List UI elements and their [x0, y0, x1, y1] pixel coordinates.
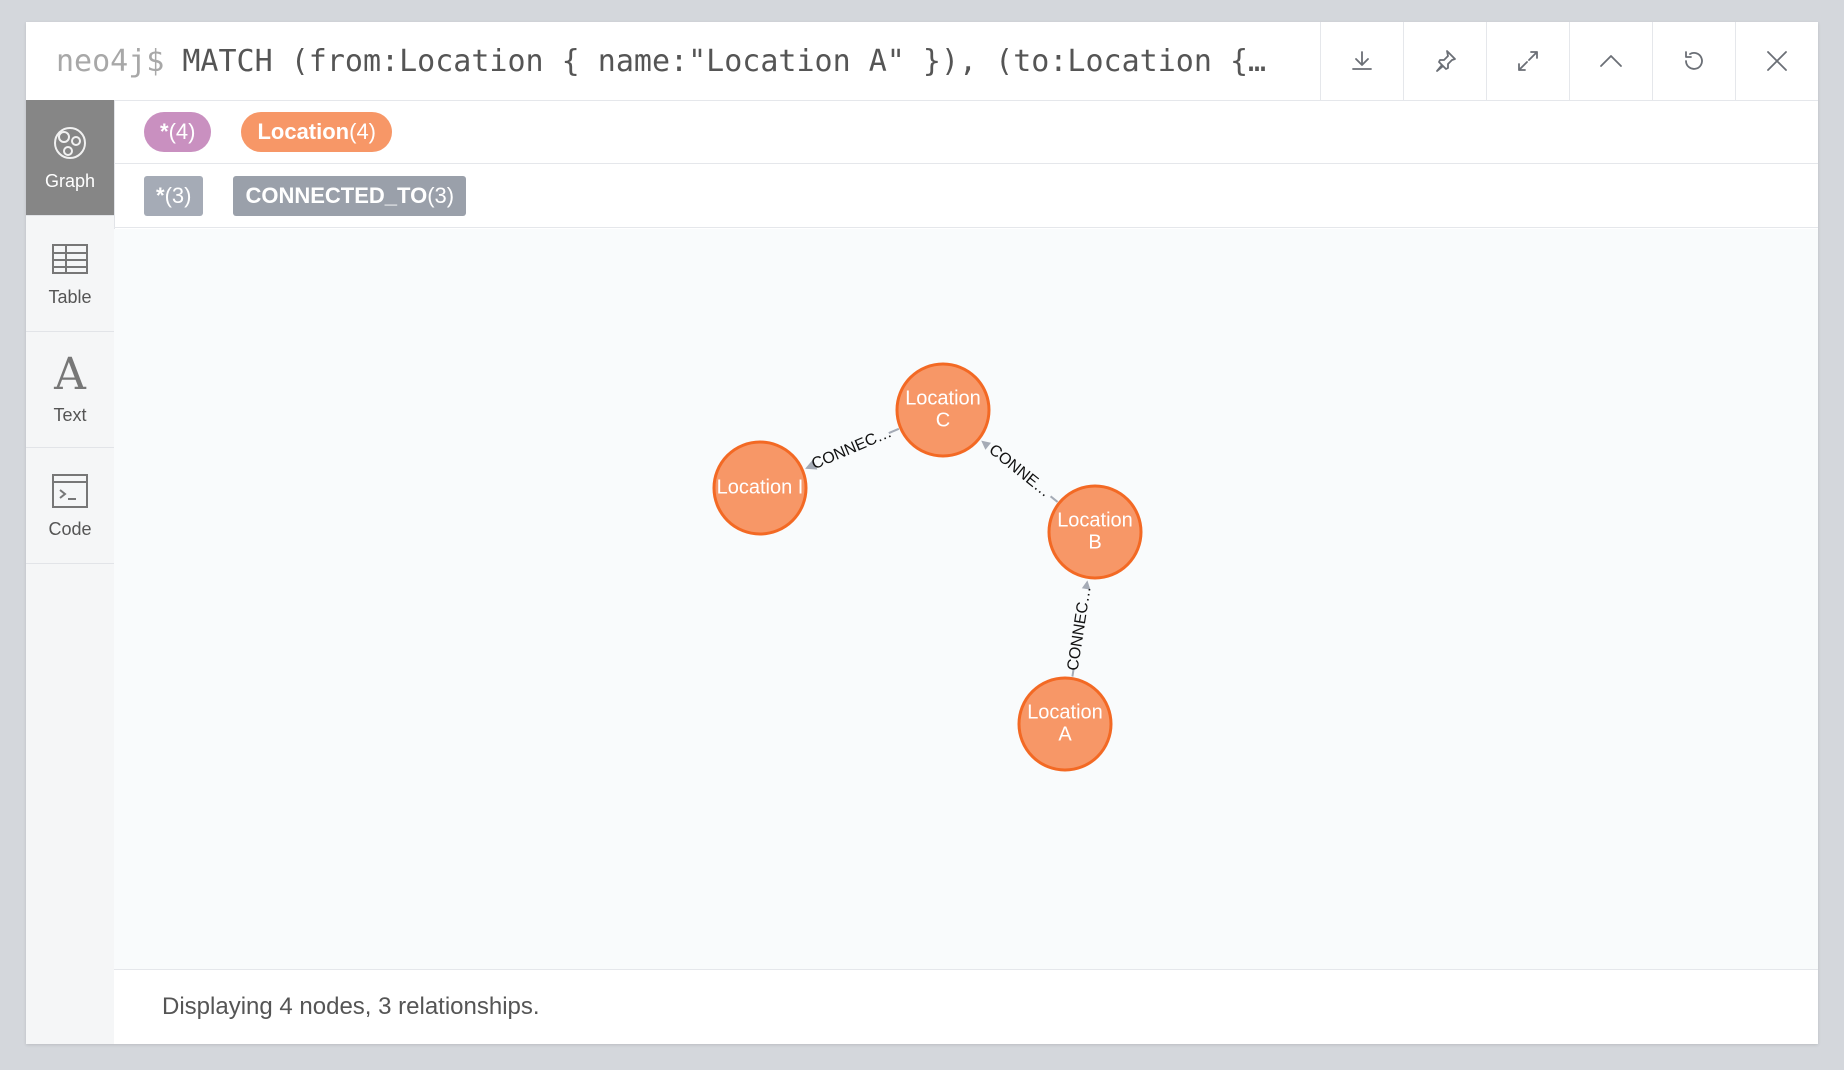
relationship-label: CONNEC…: [809, 424, 894, 473]
download-button[interactable]: [1320, 22, 1403, 100]
query-bar[interactable]: neo4j$ MATCH (from:Location { name:"Loca…: [26, 22, 1320, 100]
sidebar-item-label: Graph: [44, 171, 96, 191]
graph-canvas[interactable]: CONNEC… CONNE… CONNEC… Location I Location C L…: [114, 229, 1818, 969]
legend-count: (4): [349, 119, 377, 144]
sidebar-item-label: Table: [48, 287, 92, 307]
result-frame: neo4j$ MATCH (from:Location { name:"Loca…: [26, 22, 1818, 1044]
relationship-edge[interactable]: CONNE…: [981, 437, 1059, 505]
status-bar: Displaying 4 nodes, 3 relationships.: [114, 969, 1818, 1044]
refresh-icon: [1685, 51, 1703, 70]
sidebar-item-code[interactable]: Code: [26, 448, 114, 564]
node-caption: A: [1058, 723, 1072, 745]
node-caption: Location: [1027, 701, 1103, 723]
chevron-up-icon: [1600, 55, 1622, 67]
node-caption: C: [936, 409, 950, 431]
legend-label: CONNECTED_TO: [245, 183, 428, 208]
node-caption: B: [1088, 531, 1101, 553]
close-icon: [1767, 51, 1787, 71]
legend-label: *: [156, 183, 165, 208]
legend-count: (3): [164, 183, 192, 208]
legend-count: (4): [168, 119, 196, 144]
graph-node[interactable]: LocationB: [1047, 484, 1143, 580]
node-legend: * (4) Location (4): [114, 101, 1818, 164]
relationship-label: CONNE…: [985, 441, 1053, 500]
graph-node[interactable]: Location I: [712, 440, 808, 536]
legend-all-relationships[interactable]: * (3): [144, 176, 204, 216]
download-icon: [1352, 51, 1372, 70]
expand-icon: [1518, 51, 1538, 71]
sidebar-item-label: Code: [48, 519, 92, 539]
fullscreen-button[interactable]: [1486, 22, 1569, 100]
graph-svg[interactable]: CONNEC… CONNE…CONNEC…Location ILocationCL…: [114, 229, 1818, 969]
sidebar-item-table[interactable]: Table: [26, 216, 114, 332]
pin-icon: [1436, 50, 1456, 72]
node-caption: Location: [905, 387, 981, 409]
legend-all-nodes[interactable]: * (4): [144, 112, 212, 152]
pin-button[interactable]: [1403, 22, 1486, 100]
node-caption: Location: [1057, 509, 1133, 531]
query-text[interactable]: MATCH (from:Location { name:"Location A"…: [182, 44, 1266, 79]
prompt-label: neo4j$: [56, 43, 165, 79]
relationship-edge[interactable]: CONNEC…: [1062, 580, 1097, 677]
rerun-button[interactable]: [1652, 22, 1735, 100]
graph-node[interactable]: LocationA: [1017, 676, 1113, 772]
text-icon: A: [54, 349, 86, 400]
legend-location[interactable]: Location (4): [241, 112, 393, 152]
graph-icon: [54, 127, 86, 159]
sidebar-item-graph[interactable]: Graph: [26, 100, 114, 216]
legend-count: (3): [427, 183, 455, 208]
legend-label: *: [160, 119, 169, 144]
node-caption: Location I: [717, 476, 804, 498]
status-text: Displaying 4 nodes, 3 relationships.: [162, 993, 540, 1020]
sidebar-item-text[interactable]: A Text: [26, 332, 114, 448]
table-icon: [52, 244, 88, 274]
legend-label: Location: [257, 119, 350, 144]
collapse-button[interactable]: [1569, 22, 1652, 100]
legend-connected-to[interactable]: CONNECTED_TO (3): [233, 176, 467, 216]
relationship-legend: * (3) CONNECTED_TO (3): [114, 165, 1818, 228]
sidebar-item-label: Text: [53, 405, 87, 425]
result-header: neo4j$ MATCH (from:Location { name:"Loca…: [26, 22, 1818, 101]
relationship-edge[interactable]: CONNEC…: [805, 423, 900, 475]
close-button[interactable]: [1735, 22, 1818, 100]
graph-node[interactable]: LocationC: [895, 362, 991, 458]
view-sidebar: Graph Table A Text Code: [26, 100, 115, 1044]
code-icon: [52, 474, 88, 508]
